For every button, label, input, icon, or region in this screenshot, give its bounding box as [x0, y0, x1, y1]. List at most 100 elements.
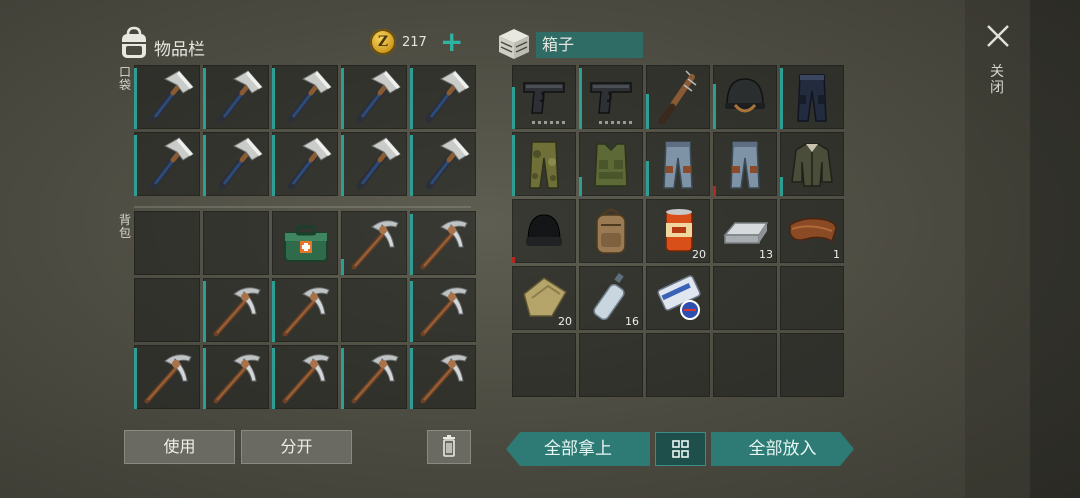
pocket-slot[interactable]	[272, 65, 338, 129]
pocket-slot[interactable]	[341, 65, 407, 129]
backpack-label: 背包	[118, 213, 131, 240]
box-slot[interactable]: 20	[512, 266, 576, 330]
durability-bar	[341, 348, 344, 409]
box-slot[interactable]	[579, 132, 643, 196]
backpack-slot[interactable]	[134, 211, 200, 275]
pocket-slot[interactable]	[134, 132, 200, 196]
box-slot[interactable]	[713, 333, 777, 397]
durability-bar	[341, 135, 344, 196]
item-quantity: 20	[692, 248, 706, 261]
sort-grid-icon	[672, 440, 689, 458]
backpack-grid	[134, 211, 476, 409]
box-slot[interactable]	[512, 132, 576, 196]
box-slot[interactable]	[512, 333, 576, 397]
durability-bar	[410, 281, 413, 342]
item-quantity: 16	[625, 315, 639, 328]
box-slot[interactable]	[579, 65, 643, 129]
ammo-indicator	[599, 121, 633, 124]
item-quantity: 13	[759, 248, 773, 261]
trash-button[interactable]	[427, 430, 471, 464]
backpack-slot[interactable]	[272, 278, 338, 342]
backpack-slot[interactable]	[134, 345, 200, 409]
close-label[interactable]: 关闭	[989, 64, 1005, 96]
box-slot[interactable]: 20	[646, 199, 710, 263]
ammo-indicator	[532, 121, 566, 124]
box-slot[interactable]: 16	[579, 266, 643, 330]
box-slot[interactable]	[780, 132, 844, 196]
inventory-title: 物品栏	[154, 40, 205, 60]
box-slot[interactable]	[780, 333, 844, 397]
durability-bar	[410, 348, 413, 409]
box-slot[interactable]	[579, 333, 643, 397]
box-slot[interactable]	[713, 132, 777, 196]
durability-bar	[272, 281, 275, 342]
add-coins-button[interactable]: +	[440, 28, 463, 56]
take-all-button[interactable]: 全部拿上	[506, 432, 650, 466]
box-slot[interactable]	[512, 65, 576, 129]
pocket-slot[interactable]	[203, 65, 269, 129]
durability-bar	[341, 259, 344, 275]
backpack-slot[interactable]	[410, 278, 476, 342]
box-slot[interactable]	[579, 199, 643, 263]
box-slot[interactable]	[646, 65, 710, 129]
box-slot[interactable]	[713, 65, 777, 129]
box-slot[interactable]	[780, 65, 844, 129]
pockets-grid	[134, 65, 476, 196]
durability-bar	[646, 93, 649, 129]
box-slot[interactable]	[512, 199, 576, 263]
box-slot[interactable]	[646, 333, 710, 397]
durability-bar	[410, 135, 413, 196]
durability-bar	[134, 68, 137, 129]
sort-button[interactable]	[655, 432, 706, 466]
split-button[interactable]: 分开	[241, 430, 352, 464]
close-icon[interactable]	[984, 22, 1012, 50]
durability-bar	[203, 68, 206, 129]
backpack-slot[interactable]	[203, 345, 269, 409]
section-divider	[134, 206, 471, 208]
durability-bar	[512, 256, 515, 263]
durability-bar	[134, 348, 137, 409]
backpack-slot[interactable]	[341, 211, 407, 275]
pocket-slot[interactable]	[341, 132, 407, 196]
put-all-button[interactable]: 全部放入	[711, 432, 854, 466]
screen-edge	[1030, 0, 1080, 498]
durability-bar	[272, 135, 275, 196]
inventory-header: 物品栏 Z 217 +	[118, 26, 470, 66]
backpack-slot[interactable]	[134, 278, 200, 342]
durability-bar	[512, 87, 515, 129]
pocket-slot[interactable]	[134, 65, 200, 129]
pocket-slot[interactable]	[410, 132, 476, 196]
trash-icon	[443, 435, 455, 457]
durability-bar	[203, 281, 206, 342]
box-grid: 20 13 1 20 16	[512, 65, 844, 412]
backpack-slot[interactable]	[203, 211, 269, 275]
backpack-slot[interactable]	[341, 345, 407, 409]
coin-icon: Z	[370, 29, 396, 55]
use-button[interactable]: 使用	[124, 430, 235, 464]
pocket-slot[interactable]	[203, 132, 269, 196]
box-slot[interactable]: 1	[780, 199, 844, 263]
box-slot[interactable]: 13	[713, 199, 777, 263]
backpack-slot[interactable]	[341, 278, 407, 342]
pocket-slot[interactable]	[272, 132, 338, 196]
durability-bar	[272, 348, 275, 409]
durability-bar	[272, 68, 275, 129]
backpack-slot[interactable]	[272, 345, 338, 409]
backpack-icon	[122, 26, 146, 58]
durability-bar	[203, 348, 206, 409]
box-slot[interactable]	[780, 266, 844, 330]
backpack-slot[interactable]	[272, 211, 338, 275]
box-slot[interactable]	[646, 132, 710, 196]
pockets-label: 口袋	[118, 65, 131, 92]
backpack-slot[interactable]	[410, 345, 476, 409]
box-slot[interactable]	[713, 266, 777, 330]
backpack-slot[interactable]	[203, 278, 269, 342]
coin-count: 217	[402, 35, 427, 50]
durability-bar	[410, 214, 413, 275]
backpack-slot[interactable]	[410, 211, 476, 275]
pocket-slot[interactable]	[410, 65, 476, 129]
durability-bar	[512, 135, 515, 196]
durability-bar	[713, 186, 716, 196]
box-slot[interactable]	[646, 266, 710, 330]
durability-bar	[646, 160, 649, 196]
